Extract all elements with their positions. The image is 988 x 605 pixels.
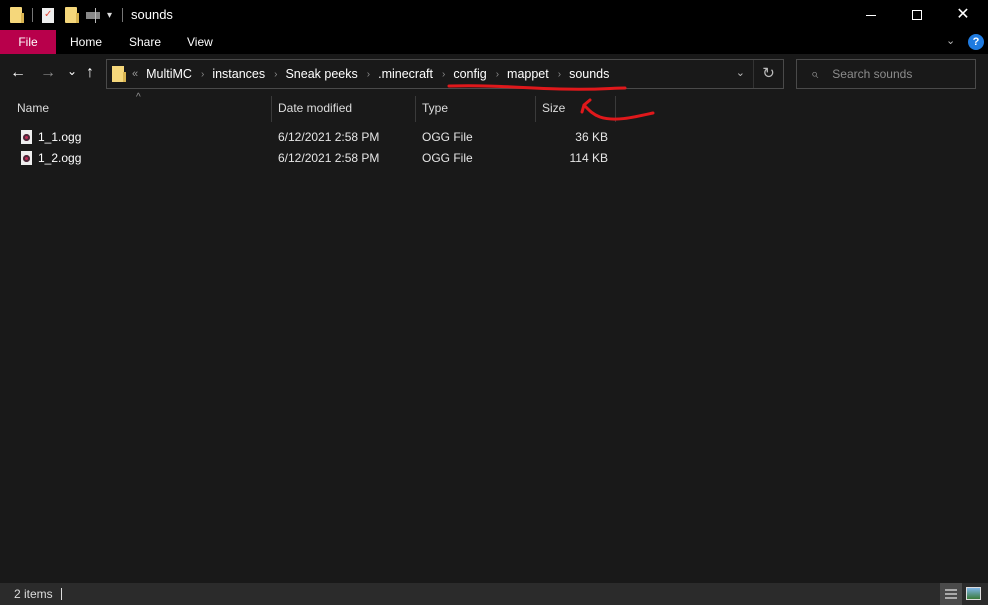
breadcrumb-sounds[interactable]: sounds bbox=[569, 67, 609, 81]
file-name[interactable]: 1_1.ogg bbox=[38, 130, 81, 144]
expand-ribbon-icon[interactable]: ⌄ bbox=[946, 34, 955, 47]
file-row[interactable]: 1_2.ogg 6/12/2021 2:58 PM OGG File 114 K… bbox=[0, 148, 988, 169]
file-size: 36 KB bbox=[575, 130, 608, 144]
breadcrumb-sneak-peeks[interactable]: Sneak peeks bbox=[285, 67, 357, 81]
new-folder-icon[interactable] bbox=[65, 6, 79, 24]
column-divider[interactable] bbox=[615, 96, 616, 122]
breadcrumb-mappet[interactable]: mappet bbox=[507, 67, 549, 81]
title-separator bbox=[122, 6, 123, 24]
help-icon[interactable]: ? bbox=[968, 34, 984, 50]
breadcrumb-instances[interactable]: instances bbox=[212, 67, 265, 81]
file-list: 1_1.ogg 6/12/2021 2:58 PM OGG File 36 KB… bbox=[0, 127, 988, 169]
status-separator bbox=[61, 588, 62, 600]
file-size: 114 KB bbox=[569, 151, 608, 165]
breadcrumb-overflow[interactable]: « bbox=[132, 68, 138, 80]
tab-home[interactable]: Home bbox=[70, 30, 102, 54]
minimize-icon bbox=[866, 14, 876, 16]
breadcrumb-separator[interactable]: › bbox=[201, 69, 204, 80]
refresh-button[interactable]: ↻ bbox=[753, 60, 783, 88]
item-count: 2 items bbox=[14, 587, 53, 601]
breadcrumb-config[interactable]: config bbox=[453, 67, 486, 81]
search-icon: ⌕ bbox=[811, 66, 819, 81]
column-header-size[interactable]: Size bbox=[542, 94, 565, 124]
file-type: OGG File bbox=[422, 151, 473, 165]
breadcrumb-separator[interactable]: › bbox=[558, 69, 561, 80]
large-icons-view-button[interactable] bbox=[966, 587, 981, 600]
file-type: OGG File bbox=[422, 130, 473, 144]
title-bar: ▾ sounds ✕ bbox=[0, 0, 988, 30]
audio-file-icon bbox=[21, 151, 32, 165]
status-bar: 2 items bbox=[0, 583, 988, 605]
search-box[interactable]: ⌕ Search sounds bbox=[796, 59, 976, 89]
breadcrumb-separator[interactable]: › bbox=[496, 69, 499, 80]
breadcrumb-multimc[interactable]: MultiMC bbox=[146, 67, 192, 81]
close-icon: ✕ bbox=[956, 6, 970, 23]
file-row[interactable]: 1_1.ogg 6/12/2021 2:58 PM OGG File 36 KB bbox=[0, 127, 988, 148]
up-button[interactable]: ↑ bbox=[86, 63, 94, 83]
column-header-name[interactable]: Name bbox=[17, 94, 49, 124]
column-header-type[interactable]: Type bbox=[422, 94, 448, 124]
back-button[interactable]: ← bbox=[10, 63, 26, 83]
quick-access-separator bbox=[32, 6, 33, 24]
close-button[interactable]: ✕ bbox=[940, 0, 986, 30]
breadcrumb-separator[interactable]: › bbox=[442, 69, 445, 80]
file-name[interactable]: 1_2.ogg bbox=[38, 151, 81, 165]
tab-share[interactable]: Share bbox=[129, 30, 161, 54]
audio-file-icon bbox=[21, 130, 32, 144]
column-divider[interactable] bbox=[535, 96, 536, 122]
address-dropdown-icon[interactable]: ⌄ bbox=[736, 66, 745, 79]
column-divider[interactable] bbox=[271, 96, 272, 122]
folder-icon bbox=[10, 6, 24, 24]
sort-ascending-icon: ^ bbox=[136, 92, 141, 103]
ribbon: File Home Share View ⌄ ? bbox=[0, 30, 988, 54]
properties-icon[interactable] bbox=[42, 6, 54, 24]
file-date: 6/12/2021 2:58 PM bbox=[278, 151, 380, 165]
rename-icon[interactable] bbox=[86, 6, 100, 24]
column-divider[interactable] bbox=[415, 96, 416, 122]
tab-view[interactable]: View bbox=[187, 30, 213, 54]
address-bar[interactable]: « MultiMC › instances › Sneak peeks › .m… bbox=[106, 59, 784, 89]
column-header-date-modified[interactable]: Date modified bbox=[278, 94, 352, 124]
breadcrumb-minecraft[interactable]: .minecraft bbox=[378, 67, 433, 81]
tab-file[interactable]: File bbox=[0, 30, 56, 54]
file-date: 6/12/2021 2:58 PM bbox=[278, 130, 380, 144]
maximize-icon bbox=[912, 10, 922, 20]
breadcrumb-separator[interactable]: › bbox=[274, 69, 277, 80]
customize-toolbar-icon[interactable]: ▾ bbox=[107, 6, 112, 24]
folder-icon bbox=[112, 66, 126, 82]
window-title: sounds bbox=[131, 7, 173, 22]
forward-button[interactable]: → bbox=[40, 63, 56, 83]
minimize-button[interactable] bbox=[848, 0, 894, 30]
navigation-bar: ← → ⌄ ↑ « MultiMC › instances › Sneak pe… bbox=[0, 54, 988, 94]
breadcrumb-separator[interactable]: › bbox=[367, 69, 370, 80]
maximize-button[interactable] bbox=[894, 0, 940, 30]
search-input[interactable]: Search sounds bbox=[832, 67, 912, 81]
column-headers: ^ Name Date modified Type Size bbox=[0, 92, 988, 124]
details-view-button[interactable] bbox=[940, 583, 962, 605]
recent-locations-button[interactable]: ⌄ bbox=[67, 61, 77, 81]
